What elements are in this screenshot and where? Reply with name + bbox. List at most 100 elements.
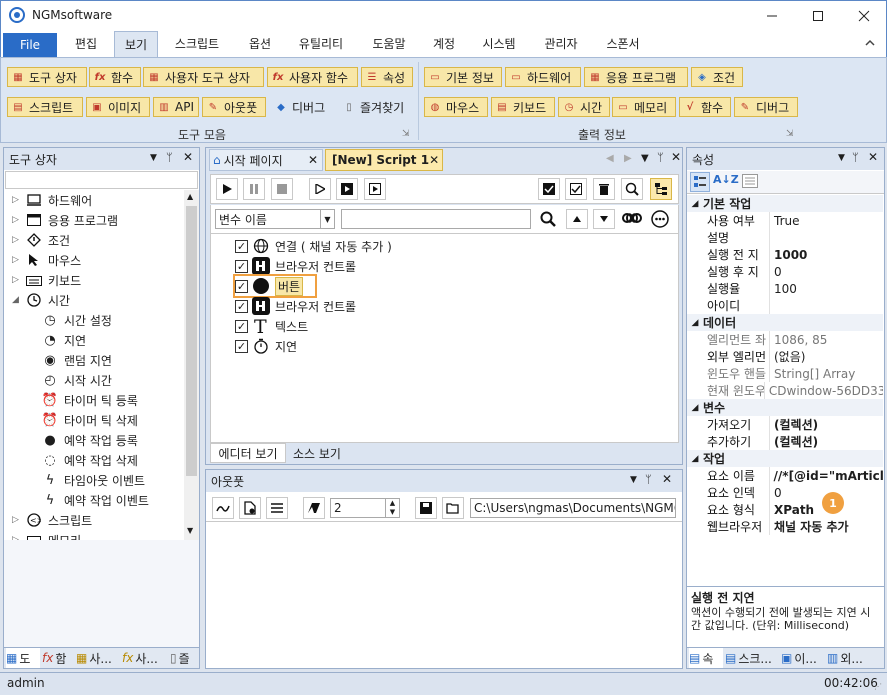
- checkbox[interactable]: ✓: [235, 239, 248, 253]
- debug-info-button[interactable]: ✎ 디버그: [734, 97, 798, 117]
- pin-icon[interactable]: ᛘ: [645, 473, 652, 486]
- time-button[interactable]: ◷ 시간: [558, 97, 610, 117]
- toolbox-button[interactable]: ▦ 도구 상자: [7, 67, 87, 87]
- tab-sponsor[interactable]: 스폰서: [596, 31, 650, 57]
- tree-category-item[interactable]: ▷메모리: [12, 530, 81, 540]
- property-row[interactable]: 외부 엘리먼 (없음): [707, 348, 883, 365]
- tab-start-page[interactable]: ⌂ 시작 페이지 ✕: [209, 149, 323, 171]
- tab-view[interactable]: 보기: [114, 31, 158, 57]
- property-value[interactable]: 0: [770, 486, 782, 500]
- tree-category-item[interactable]: ▷ 마우스: [12, 250, 81, 270]
- tab-script-explorer[interactable]: ▤ 스크...: [725, 648, 779, 668]
- memory-button[interactable]: ▭ 메모리: [612, 97, 676, 117]
- property-row[interactable]: 실행 전 지 1000: [707, 246, 883, 263]
- tab-properties[interactable]: ▤ 속: [689, 648, 723, 668]
- tree-expand-icon[interactable]: ▷: [12, 275, 22, 285]
- close-icon[interactable]: ✕: [662, 472, 672, 486]
- more-icon[interactable]: [651, 210, 669, 228]
- tab-script[interactable]: 스크립트: [164, 31, 230, 57]
- checkbox[interactable]: ✓: [235, 279, 248, 293]
- alphabetical-icon[interactable]: A↓Z: [713, 173, 739, 186]
- tree-leaf-item[interactable]: ◉ 랜덤 지연: [42, 350, 112, 370]
- image-button[interactable]: ▣ 이미지: [86, 97, 150, 117]
- dropdown-icon[interactable]: ▼: [630, 475, 637, 485]
- toolbox-scrollbar[interactable]: ▲ ▼: [184, 190, 199, 540]
- close-icon[interactable]: ✕: [671, 150, 681, 164]
- pin-icon[interactable]: ᛘ: [166, 151, 173, 164]
- tree-category-item[interactable]: ▷ 조건: [12, 230, 70, 250]
- checkbox[interactable]: ✓: [235, 259, 248, 273]
- dropdown-icon[interactable]: ▼: [838, 153, 845, 163]
- property-row[interactable]: 가져오기 (컬렉션): [707, 416, 883, 433]
- move-down-button[interactable]: [593, 209, 615, 229]
- hierarchy-button[interactable]: [650, 178, 672, 200]
- property-row[interactable]: ›윈도우 핸들String[] Array: [707, 365, 883, 382]
- property-row[interactable]: 아이디: [707, 297, 883, 314]
- maximize-button[interactable]: [795, 0, 841, 31]
- tree-expand-icon[interactable]: ▷: [12, 255, 22, 265]
- stepper-arrows-icon[interactable]: ▲ ▼: [385, 499, 399, 517]
- property-value[interactable]: 1000: [770, 248, 807, 262]
- property-value[interactable]: CDwindow-56DD336: [765, 384, 883, 398]
- resize-grip-icon[interactable]: ⋰: [874, 682, 882, 691]
- delete-button[interactable]: [593, 178, 615, 200]
- toolbox-search-input[interactable]: [5, 171, 198, 189]
- tree-category-item[interactable]: ▷ <> 스크립트: [12, 510, 92, 530]
- wave-icon[interactable]: [212, 497, 234, 519]
- property-row[interactable]: ›엘리먼트 좌1086, 85: [707, 331, 883, 348]
- script-button[interactable]: ▤ 스크립트: [7, 97, 83, 117]
- pin-icon[interactable]: ᛘ: [657, 151, 664, 164]
- property-row[interactable]: 요소 이름 //*[@id="mArticl: [707, 467, 883, 484]
- close-tab-icon[interactable]: ✕: [308, 153, 318, 167]
- tree-expand-icon[interactable]: ▷: [12, 235, 22, 245]
- output-log[interactable]: [206, 523, 682, 668]
- tree-expand-icon[interactable]: ◢: [12, 295, 22, 305]
- tree-leaf-item[interactable]: ◌ 예약 작업 삭제: [42, 450, 138, 470]
- property-row[interactable]: 웹브라우저 채널 자동 추가: [707, 518, 883, 535]
- tab-scroll-right-icon[interactable]: ▶: [624, 153, 632, 164]
- tab-user-toolbox[interactable]: ▦ 사...: [76, 648, 120, 668]
- keyboard-button[interactable]: ▤ 키보드: [491, 97, 555, 117]
- count-stepper[interactable]: 2 ▲ ▼: [330, 498, 400, 518]
- tab-toolbox[interactable]: ▦ 도: [6, 648, 40, 668]
- user-toolbox-button[interactable]: ▦ 사용자 도구 상자: [143, 67, 264, 87]
- scroll-up-icon[interactable]: ▲: [187, 192, 193, 201]
- property-value[interactable]: True: [770, 214, 800, 228]
- tab-source-view[interactable]: 소스 보기: [288, 443, 346, 463]
- tab-options[interactable]: 옵션: [238, 31, 282, 57]
- tab-user-function[interactable]: fx 사...: [122, 648, 168, 668]
- scroll-down-icon[interactable]: ▼: [187, 526, 193, 535]
- check-all-button[interactable]: [538, 178, 560, 200]
- open-folder-button[interactable]: [442, 497, 464, 519]
- script-action-row[interactable]: ✓ 브라우저 컨트롤: [235, 256, 356, 276]
- group-launcher-icon[interactable]: ⇲: [402, 129, 410, 139]
- property-category[interactable]: ◢ 데이터: [687, 314, 883, 331]
- property-row[interactable]: 현재 윈도우 CDwindow-56DD336: [707, 382, 883, 399]
- properties-button[interactable]: ☰ 속성: [361, 67, 413, 87]
- property-row[interactable]: 실행 후 지 0: [707, 263, 883, 280]
- property-category[interactable]: ◢ 작업: [687, 450, 883, 467]
- group-launcher-icon[interactable]: ⇲: [786, 129, 794, 139]
- tree-expand-icon[interactable]: ▷: [12, 515, 22, 525]
- tree-leaf-item[interactable]: ⏰ 타이머 틱 삭제: [42, 410, 138, 430]
- tab-account[interactable]: 계정: [424, 31, 464, 57]
- categorized-button[interactable]: [690, 172, 710, 192]
- property-value[interactable]: (없음): [770, 348, 805, 365]
- variable-input[interactable]: [341, 209, 531, 229]
- search-icon[interactable]: [540, 211, 556, 227]
- tab-external[interactable]: ▥ 외...: [827, 648, 883, 668]
- script-action-row[interactable]: ✓ 지연: [235, 336, 297, 356]
- step-over-button[interactable]: [364, 178, 386, 200]
- script-action-row[interactable]: ✓ 연결 ( 채널 자동 추가 ): [235, 236, 392, 256]
- property-value[interactable]: //*[@id="mArticl: [770, 469, 883, 483]
- search-button[interactable]: [621, 178, 643, 200]
- run-button[interactable]: [216, 178, 238, 200]
- minimize-button[interactable]: [749, 0, 795, 31]
- property-category[interactable]: ◢ 변수: [687, 399, 883, 416]
- function-button[interactable]: fx 함수: [89, 67, 141, 87]
- collapse-icon[interactable]: ◢: [687, 454, 703, 464]
- tree-expand-icon[interactable]: ▷: [12, 195, 22, 205]
- tab-help[interactable]: 도움말: [362, 31, 416, 57]
- variable-select[interactable]: 변수 이름 ▼: [215, 209, 335, 229]
- output-path-input[interactable]: C:\Users\ngmas\Documents\NGM6\: [470, 498, 676, 518]
